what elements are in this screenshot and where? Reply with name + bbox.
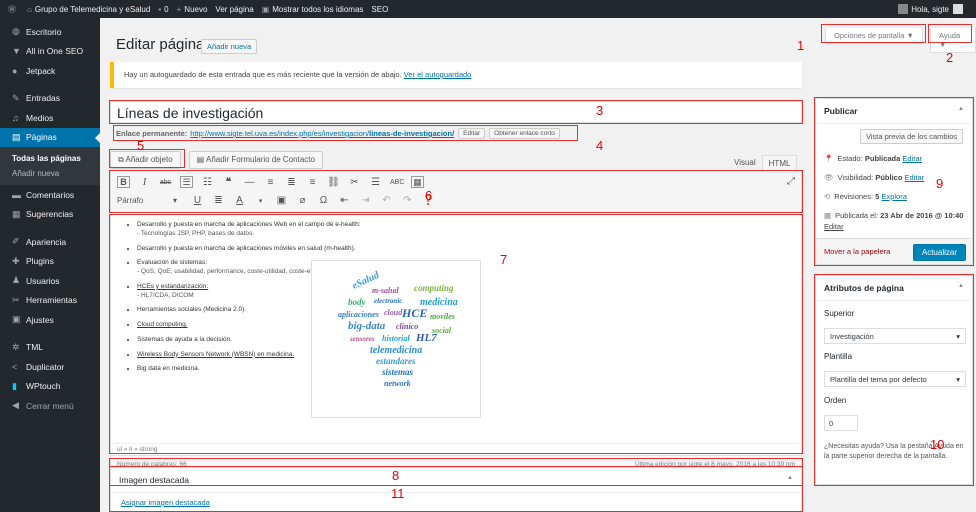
greeting: Hola, sigte [911,4,949,14]
sidebar-item-sugerencias[interactable]: ▦ Sugerencias [0,205,100,225]
sidebar-item-plugins[interactable]: ✚ Plugins [0,252,100,272]
annotation-label-3: 3 [596,103,604,118]
avatar-icon [898,4,909,14]
wordpress-logo-icon[interactable]: Ⓦ [8,4,19,15]
annotation-label-9: 9 [936,176,944,191]
media-icon: ♫ [12,112,19,123]
editor-tabs: Visual HTML [728,155,798,171]
annotation-box-5 [109,149,185,168]
annotation-box-1 [821,24,926,43]
sidebar-item-wptouch[interactable]: ▮ WPtouch [0,377,100,397]
pages-icon: ▤ [12,131,21,142]
annotation-box-9 [814,97,974,266]
annotation-label-10: 10 [930,437,945,452]
pages-submenu: Todas las páginas Añadir nueva [0,147,100,185]
wptouch-icon: ▮ [12,380,17,391]
sidebar-item-entradas[interactable]: ✎ Entradas [0,89,100,109]
dashboard-icon: ◍ [12,26,20,37]
comments-icon: ▬ [12,189,21,200]
submenu-add-new[interactable]: Añadir nueva [0,166,100,181]
add-new-page-button[interactable]: Añadir nueva [201,39,258,54]
autosave-notice: Hay un autoguardado de esta entrada que … [110,62,802,88]
add-contact-form-button[interactable]: ▤ Añadir Formulario de Contacto [188,151,323,169]
annotation-box-11 [109,466,803,512]
annotation-label-4: 4 [596,138,604,153]
account-menu[interactable]: Hola, sigte [892,0,966,18]
show-languages-link[interactable]: ▣ Mostrar todos los idiomas [262,5,364,14]
pin-icon: ✎ [12,92,20,103]
settings-icon: ▣ [12,314,21,325]
suggestions-icon: ▦ [12,208,21,219]
tab-html[interactable]: HTML [761,155,798,171]
sidebar-item-apariencia[interactable]: ✐ Apariencia [0,232,100,252]
plugins-icon: ✚ [12,255,20,266]
sidebar-item-tml[interactable]: ✲ TML [0,338,100,358]
annotation-box-4 [113,125,578,141]
sidebar-item-herramientas[interactable]: ✂ Herramientas [0,291,100,311]
seo-link[interactable]: SEO [371,5,388,14]
annotation-label-6: 6 [425,188,433,203]
translate-icon: ▣ [261,4,270,14]
collapse-icon: ◀ [12,400,19,411]
home-icon: ⌂ [27,4,32,14]
sidebar-item-paginas[interactable]: ▤ Páginas [0,127,100,147]
annotation-label-1: 1 [797,38,805,53]
jetpack-icon: ● [12,65,18,76]
page-title: Editar página [116,36,205,53]
appearance-icon: ✐ [12,236,20,247]
tools-icon: ✂ [12,294,20,305]
comment-icon: ▪ [158,4,162,14]
gear-icon: ✲ [12,341,20,352]
new-content-link[interactable]: + Nuevo [177,5,208,14]
annotation-box-10 [814,274,974,486]
duplicator-icon: < [12,361,18,372]
annotation-label-11: 11 [391,486,405,501]
sidebar-item-medios[interactable]: ♫ Medios [0,108,100,128]
sidebar-item-ajustes[interactable]: ▣ Ajustes [0,310,100,330]
view-autosave-link[interactable]: Ver el autoguardado [404,70,472,79]
plus-icon: + [176,4,182,14]
sidebar-item-comentarios[interactable]: ▬ Comentarios [0,185,100,205]
admin-bar: Ⓦ ⌂ Grupo de Telemedicina y eSalud ▪ 0 + Nu… [0,0,976,18]
annotation-label-2: 2 [946,50,954,65]
sidebar-item-seo[interactable]: ▼ All in One SEO [0,42,100,62]
sidebar-item-usuarios[interactable]: ♟ Usuarios [0,271,100,291]
sidebar-collapse[interactable]: ◀ Cerrar menú [0,396,100,416]
annotation-label-8: 8 [392,468,400,483]
admin-sidebar: ◍ Escritorio ▼ All in One SEO ● Jetpack ✎ En… [0,18,100,512]
annotation-label-5: 5 [137,138,145,153]
site-name-link[interactable]: ⌂ Grupo de Telemedicina y eSalud [27,5,150,14]
view-page-link[interactable]: Ver página [215,5,253,14]
user-avatar [953,4,963,14]
annotation-box-6 [109,170,803,213]
annotation-box-2 [928,24,972,43]
sidebar-item-jetpack[interactable]: ● Jetpack [0,61,100,81]
annotation-box-3 [109,100,803,124]
annotation-box-7 [109,214,803,454]
sidebar-item-escritorio[interactable]: ◍ Escritorio [0,22,100,42]
users-icon: ♟ [12,275,21,286]
submenu-all-pages[interactable]: Todas las páginas [0,151,100,166]
sidebar-item-duplicator[interactable]: < Duplicator [0,357,100,377]
seo-icon: ▼ [12,46,21,57]
comments-link[interactable]: ▪ 0 [158,5,168,14]
annotation-label-7: 7 [500,252,508,267]
tab-visual[interactable]: Visual [728,155,762,171]
form-icon: ▤ [196,155,206,164]
